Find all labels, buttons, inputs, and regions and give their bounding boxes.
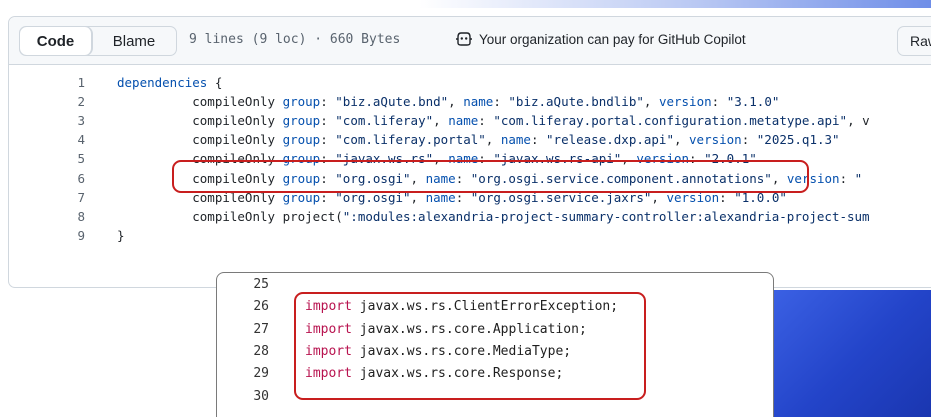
file-meta: 9 lines (9 loc) · 660 Bytes — [189, 32, 401, 47]
line-number[interactable]: 8 — [45, 209, 85, 224]
snippet-line-number: 28 — [253, 343, 269, 359]
view-toggle: Code Blame — [19, 26, 177, 56]
snippet-line-number: 29 — [253, 366, 269, 382]
file-header: Code Blame 9 lines (9 loc) · 660 Bytes Y… — [9, 17, 931, 65]
code-text: compileOnly group: "com.liferay.portal",… — [117, 132, 840, 148]
raw-button[interactable]: Raw — [897, 26, 931, 56]
background-gradient-bottom — [760, 290, 931, 417]
line-number[interactable]: 3 — [45, 113, 85, 128]
snippet-line-number: 27 — [253, 321, 269, 337]
file-viewer: Code Blame 9 lines (9 loc) · 660 Bytes Y… — [8, 16, 931, 288]
code-text: compileOnly project(":modules:alexandria… — [117, 208, 870, 224]
code-text: compileOnly group: "com.liferay", name: … — [117, 113, 870, 129]
line-number[interactable]: 9 — [45, 228, 85, 243]
highlight-box-dependency — [172, 160, 809, 193]
code-line: 9} — [9, 228, 931, 247]
copilot-text: Your organization can pay for GitHub Cop… — [479, 31, 746, 47]
line-number[interactable]: 7 — [45, 190, 85, 205]
highlight-box-imports — [294, 292, 646, 400]
line-number[interactable]: 1 — [45, 75, 85, 90]
line-number[interactable]: 5 — [45, 151, 85, 166]
snippet-line-number: 25 — [253, 277, 269, 292]
code-line: 8 compileOnly project(":modules:alexandr… — [9, 209, 931, 228]
snippet-line-number: 26 — [253, 299, 269, 315]
snippet-line-number: 30 — [253, 388, 269, 404]
code-text: } — [117, 227, 125, 243]
background-gradient-top — [0, 0, 931, 8]
code-line: 3 compileOnly group: "com.liferay", name… — [9, 113, 931, 132]
code-line: 2 compileOnly group: "biz.aQute.bnd", na… — [9, 94, 931, 113]
code-line: 4 compileOnly group: "com.liferay.portal… — [9, 132, 931, 151]
tab-blame[interactable]: Blame — [92, 27, 176, 55]
line-number[interactable]: 4 — [45, 132, 85, 147]
code-text: dependencies { — [117, 75, 223, 90]
copilot-icon — [456, 32, 472, 46]
code-line: 1 dependencies { — [9, 75, 931, 94]
copilot-notice[interactable]: Your organization can pay for GitHub Cop… — [455, 31, 746, 47]
code-text: compileOnly group: "biz.aQute.bnd", name… — [117, 94, 780, 110]
tab-code[interactable]: Code — [20, 27, 92, 55]
line-number[interactable]: 2 — [45, 94, 85, 109]
line-number[interactable]: 6 — [45, 171, 85, 186]
